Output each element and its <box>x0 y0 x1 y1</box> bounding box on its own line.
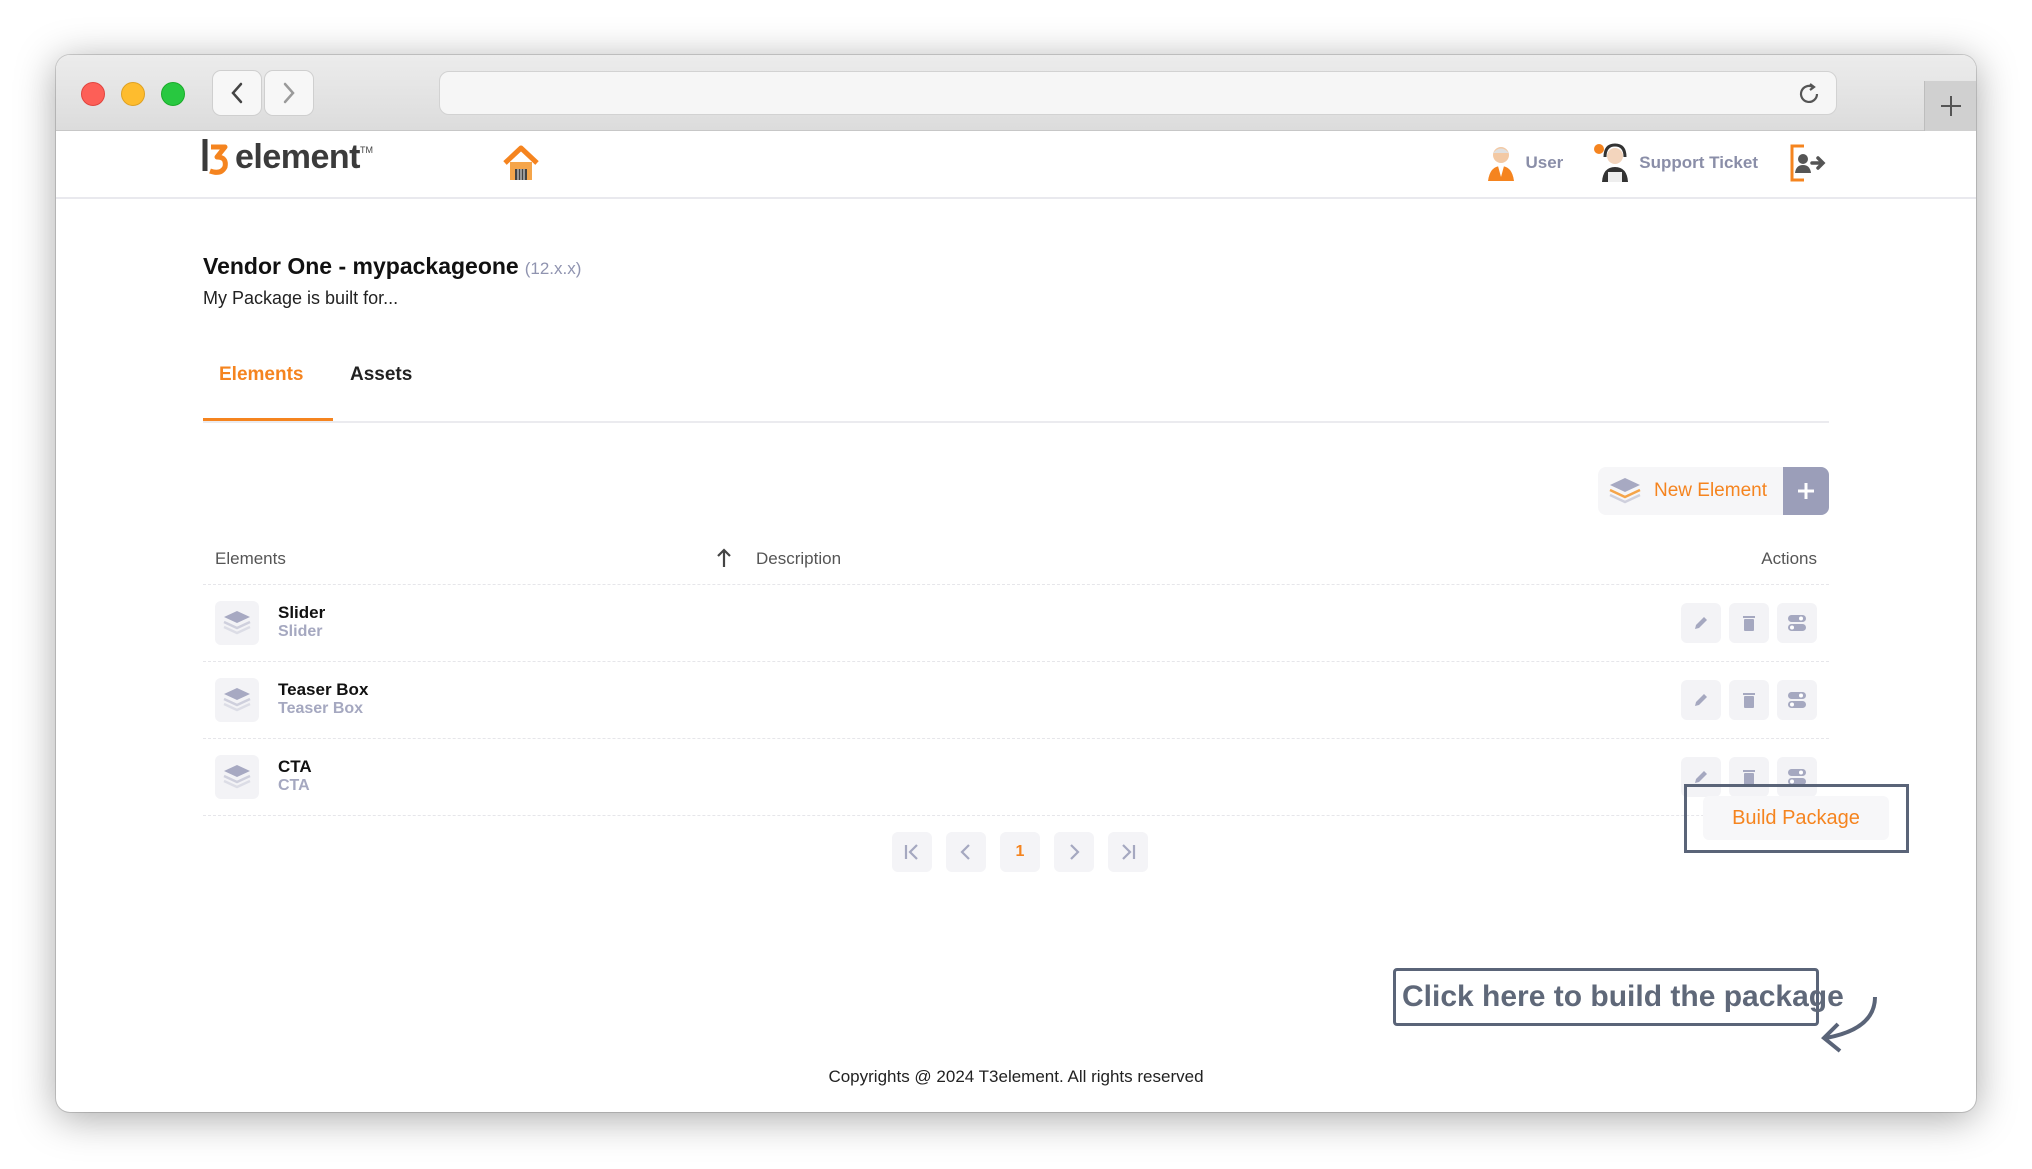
element-subtitle: Teaser Box <box>278 700 364 717</box>
element-subtitle: Slider <box>278 623 323 640</box>
toggle-button[interactable] <box>1777 603 1817 643</box>
support-agent-icon <box>1594 143 1629 182</box>
next-page-button[interactable] <box>1054 832 1094 872</box>
new-element-label: New Element <box>1654 480 1767 501</box>
maximize-window-button[interactable] <box>161 82 185 106</box>
table-row: Slider Slider <box>203 585 1829 662</box>
table-header: Elements Description Actions <box>203 535 1829 585</box>
t3element-logo[interactable]: element TM <box>201 137 373 177</box>
plus-icon <box>1798 483 1814 499</box>
row-actions <box>1673 603 1817 643</box>
new-element-button[interactable]: New Element <box>1598 467 1829 515</box>
build-package-callout: Click here to build the package <box>1393 968 1844 1026</box>
element-name[interactable]: Slider <box>278 603 325 623</box>
reload-button[interactable] <box>1796 81 1822 112</box>
column-header-actions: Actions <box>1761 549 1817 568</box>
trash-icon <box>1743 616 1755 631</box>
package-heading: Vendor One - mypackageone (12.x.x) <box>203 253 581 280</box>
home-icon <box>503 145 539 180</box>
logo-wordmark: element <box>235 137 361 176</box>
element-subtitle: CTA <box>278 777 310 794</box>
support-ticket-link[interactable]: Support Ticket <box>1593 143 1758 183</box>
row-actions <box>1673 680 1817 720</box>
chevron-right-icon <box>1070 844 1080 860</box>
footer-copyright: Copyrights @ 2024 T3element. All rights … <box>828 1067 1204 1086</box>
t3-logo-icon <box>202 139 228 175</box>
forward-button[interactable] <box>264 70 314 116</box>
pagination: 1 <box>892 832 1162 872</box>
delete-button[interactable] <box>1729 680 1769 720</box>
toggle-button[interactable] <box>1777 680 1817 720</box>
home-link[interactable] <box>501 143 541 188</box>
toggle-icon <box>1788 615 1806 631</box>
tab-bar: Elements Assets <box>203 323 1829 423</box>
callout-arrow-icon <box>1821 996 1877 1053</box>
browser-titlebar <box>56 55 1976 131</box>
chevron-left-icon <box>960 844 970 860</box>
user-label: User <box>1525 153 1564 172</box>
tab-assets[interactable]: Assets <box>334 364 428 421</box>
layers-icon <box>1609 478 1641 504</box>
minimize-window-button[interactable] <box>121 82 145 106</box>
app-header: element TM User Support Ticket <box>56 131 1976 199</box>
build-package-button[interactable]: Build Package <box>1703 796 1889 840</box>
element-layers-icon <box>215 601 259 645</box>
chevron-left-icon <box>231 82 243 104</box>
support-ticket-label: Support Ticket <box>1639 153 1758 172</box>
plus-icon <box>1940 96 1961 116</box>
last-page-icon <box>1122 844 1136 860</box>
logout-icon <box>1790 144 1826 182</box>
tab-elements[interactable]: Elements <box>203 364 333 421</box>
table-row: Teaser Box Teaser Box <box>203 662 1829 739</box>
pencil-icon <box>1695 617 1707 629</box>
toggle-icon <box>1788 692 1806 708</box>
edit-button[interactable] <box>1681 680 1721 720</box>
browser-window: element TM User Support Ticket Vendor On… <box>56 55 1976 1112</box>
package-title: Vendor One - mypackageone <box>203 253 519 279</box>
pencil-icon <box>1695 694 1707 706</box>
first-page-icon <box>904 844 918 860</box>
reload-icon <box>1799 83 1819 103</box>
element-name[interactable]: CTA <box>278 757 312 777</box>
package-version: (12.x.x) <box>524 259 582 278</box>
first-page-button[interactable] <box>892 832 932 872</box>
edit-button[interactable] <box>1681 603 1721 643</box>
new-tab-button[interactable] <box>1924 81 1976 131</box>
column-header-elements[interactable]: Elements <box>215 549 286 569</box>
table-row: CTA CTA <box>203 739 1829 816</box>
back-button[interactable] <box>212 70 262 116</box>
user-avatar-icon <box>1488 147 1515 181</box>
trash-icon <box>1743 693 1755 708</box>
close-window-button[interactable] <box>81 82 105 106</box>
chevron-right-icon <box>283 82 295 104</box>
new-element-plus[interactable] <box>1783 467 1829 515</box>
user-menu[interactable]: User <box>1485 144 1563 182</box>
package-description: My Package is built for... <box>203 288 399 308</box>
logout-button[interactable] <box>1788 143 1836 183</box>
new-element-label-wrap: New Element <box>1598 476 1783 506</box>
sort-arrow-icon[interactable] <box>716 547 732 574</box>
column-header-description: Description <box>756 549 842 568</box>
last-page-button[interactable] <box>1108 832 1148 872</box>
element-layers-icon <box>215 678 259 722</box>
delete-button[interactable] <box>1729 603 1769 643</box>
element-layers-icon <box>215 755 259 799</box>
logo-trademark: TM <box>360 145 373 155</box>
previous-page-button[interactable] <box>946 832 986 872</box>
address-bar[interactable] <box>439 71 1837 115</box>
element-name[interactable]: Teaser Box <box>278 680 368 700</box>
page-number-button[interactable]: 1 <box>1000 832 1040 872</box>
build-package-highlight: Build Package <box>1684 784 1909 853</box>
header-actions: User Support Ticket <box>1455 143 1836 183</box>
